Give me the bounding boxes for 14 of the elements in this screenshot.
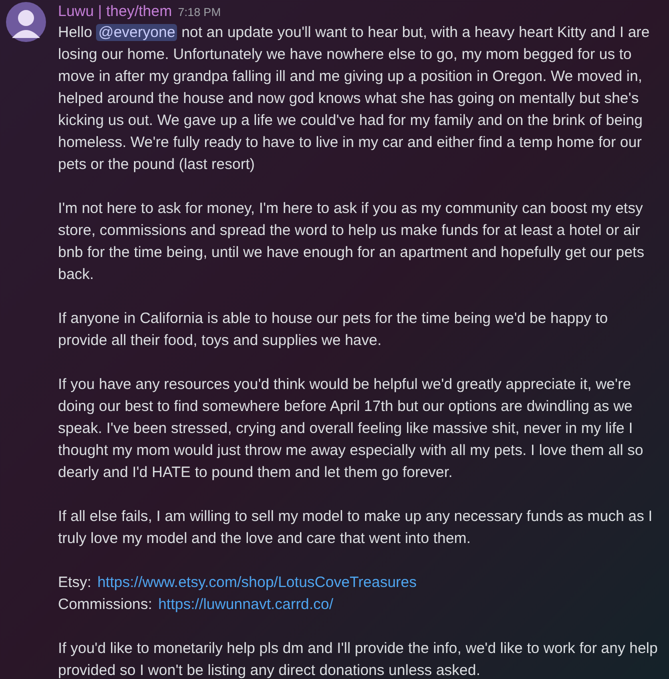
message-paragraph: I'm not here to ask for money, I'm here to ask if you as my community can boost my etsy store, commissions and spread the word to help us make funds for at least a hotel or air bnb for the time being, until we have enough for an apartment and hopefully get our pets back.: [58, 199, 646, 286]
link[interactable]: https://luwunnavt.carrd.co/: [158, 594, 334, 616]
timestamp: 7:18 PM: [178, 6, 221, 21]
link-label: Etsy:: [58, 573, 92, 594]
avatar[interactable]: [6, 2, 46, 42]
mention[interactable]: @everyone: [96, 24, 178, 42]
link-label: Commissions:: [58, 595, 152, 616]
author-name[interactable]: Luwu | they/them: [58, 2, 172, 22]
message-paragraph: If you'd like to monetarily help pls dm and I'll provide the info, we'd like to work for any help provided so I won't be listing any direct donations unless asked.: [58, 639, 658, 679]
message-paragraph: Hello @everyone not an update you'll want to hear but, with a heavy heart Kitty and I are losing our home. Unfortunately we have nowhere else to go, my mom begged for us to move in after my grandpa falling ill and me giving up a position in Oregon. We moved in, helped around the house and now god knows what she has going on mentally but she's kicking us out. We gave up a life we could've had for my family and on the brink of being homeless. We're fully ready to have to live in my car and either find a temp home for our pets or the pound (last resort): [58, 23, 651, 176]
link[interactable]: https://www.etsy.com/shop/LotusCoveTreasures: [97, 572, 417, 594]
message-paragraph: If you have any resources you'd think would be helpful we'd greatly appreciate it, we're doing our best to find somewhere before April 17th but our options are dwindling as we speak. I've been stressed, crying and overall feeling like massive shit, never in my life I thought my mom would just throw me away especially with all my pets. I love them all so dearly and I'd HATE to pound them and let them go forever.: [58, 375, 644, 484]
message-paragraph: If all else fails, I am willing to sell my model to make up any necessary funds as much as I truly love my model and the love and care that went into them.: [58, 507, 654, 550]
message-paragraph: If anyone in California is able to house our pets for the time being we'd be happy to provide all their food, toys and supplies we have.: [58, 309, 609, 352]
